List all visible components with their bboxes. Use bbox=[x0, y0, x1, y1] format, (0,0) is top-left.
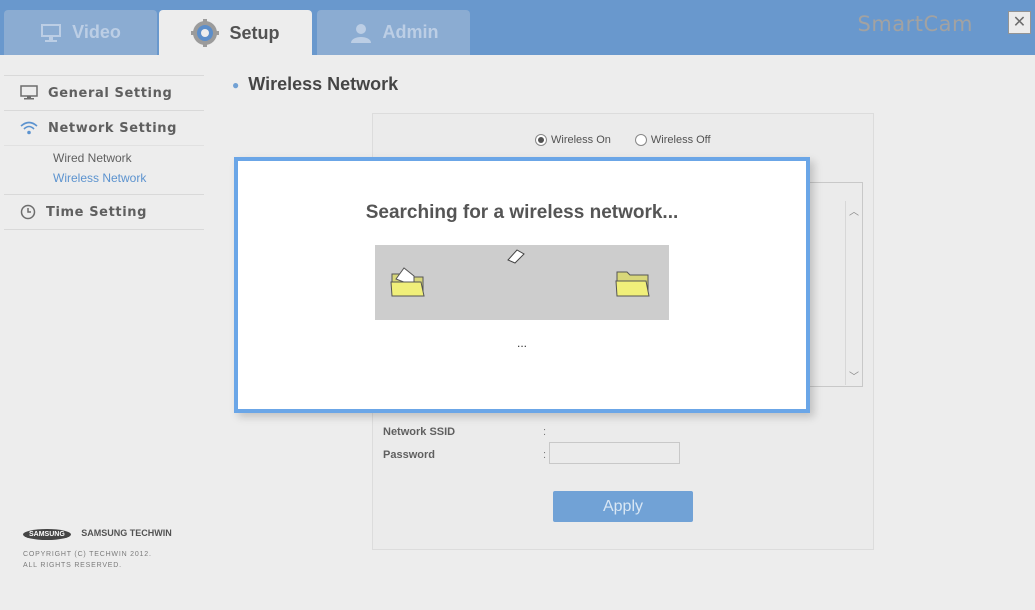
searching-dialog: Searching for a wireless network... ... bbox=[234, 157, 810, 413]
folder-icon bbox=[615, 271, 650, 297]
flying-paper-icon bbox=[507, 249, 525, 264]
dialog-status: ... bbox=[516, 336, 527, 350]
file-transfer-animation bbox=[375, 245, 669, 320]
open-folder-icon bbox=[390, 267, 425, 297]
dialog-title: Searching for a wireless network... bbox=[365, 202, 679, 223]
